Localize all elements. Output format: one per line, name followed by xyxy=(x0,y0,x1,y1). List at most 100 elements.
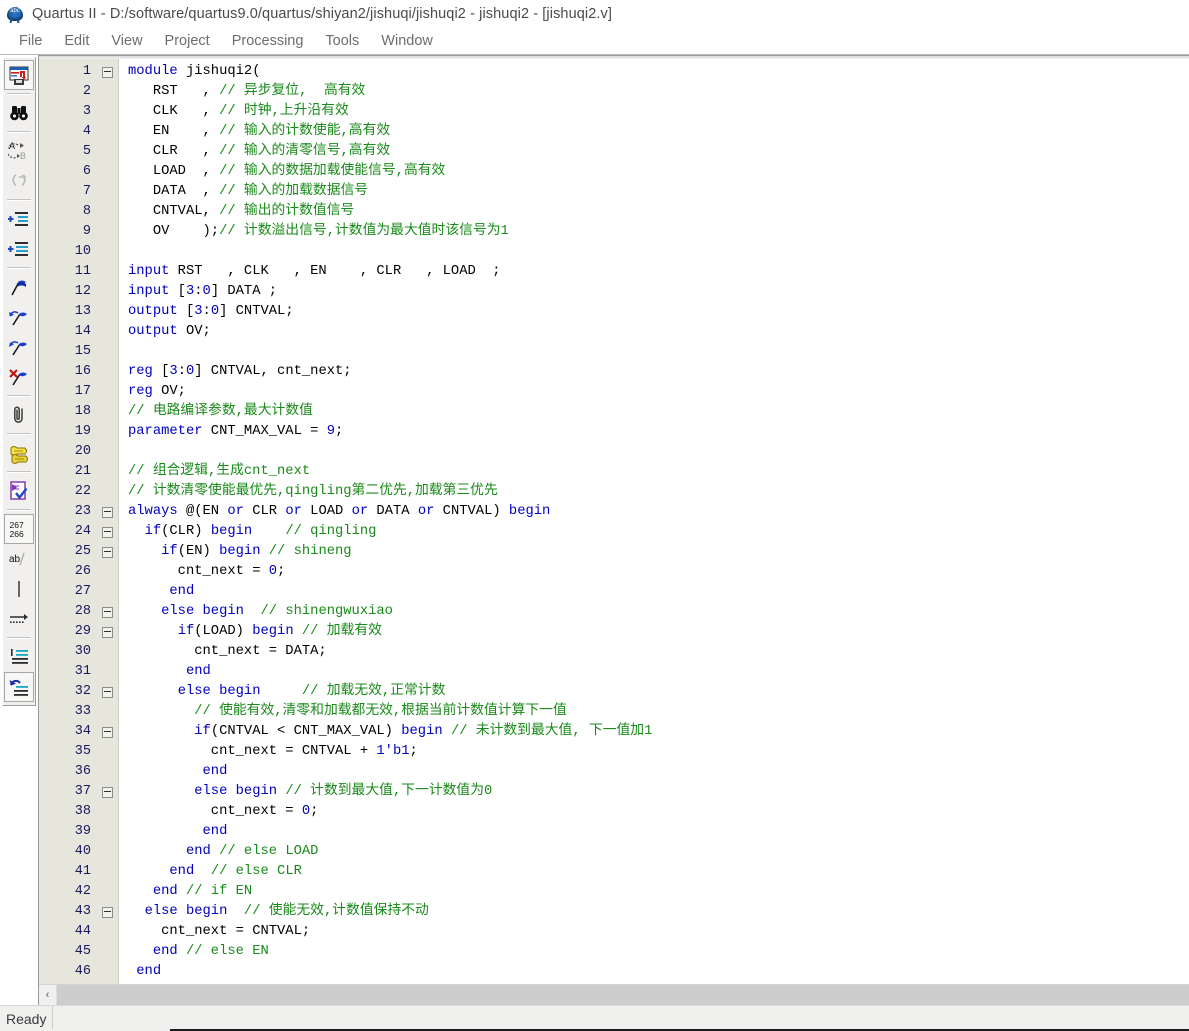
menu-item-edit[interactable]: Edit xyxy=(53,30,100,52)
line-number: 9 xyxy=(82,224,91,239)
column-cursor-button[interactable] xyxy=(4,574,34,604)
fold-collapse-icon[interactable] xyxy=(102,906,113,918)
scroll-left-button[interactable]: ‹ xyxy=(39,985,57,1005)
code-token-pln xyxy=(128,584,169,599)
code-token-pln: RST , CLK , EN , CLR , LOAD ; xyxy=(169,264,501,279)
code-token-pln xyxy=(128,904,145,919)
fold-collapse-icon[interactable] xyxy=(102,686,113,698)
fold-slot xyxy=(97,242,118,262)
fold-slot[interactable] xyxy=(97,502,118,522)
next-bookmark-button[interactable] xyxy=(4,302,34,332)
code-token-pln: CLR xyxy=(243,504,286,519)
find-button[interactable] xyxy=(4,98,34,128)
code-token-kw: end xyxy=(185,844,211,859)
code-line: if(CLR) begin // qingling xyxy=(128,522,1189,542)
fold-slot xyxy=(97,122,118,142)
code-token-pln: (CLR) xyxy=(161,524,211,539)
menu-item-processing[interactable]: Processing xyxy=(221,30,315,52)
code-token-cmt: // 加载无效,正常计数 xyxy=(301,684,446,699)
code-token-cmt: // 异步复位, 高有效 xyxy=(219,84,366,99)
toggle-line-numbers-button[interactable]: 267 266 xyxy=(4,514,34,544)
line-number: 28 xyxy=(74,604,91,619)
fold-collapse-icon[interactable] xyxy=(102,546,113,558)
insert-bookmark-button[interactable] xyxy=(4,272,34,302)
column-cursor-icon xyxy=(18,581,20,597)
code-token-kw: or xyxy=(417,504,435,519)
code-scroll-region[interactable]: 1 2 3 4 5 6 7 8 9 10 11 12 13 14 15 16 17 18 19 20 21 22 23 24 2… xyxy=(39,59,1189,984)
code-token-kw: end xyxy=(152,944,178,959)
toggle-word-wrap-button[interactable]: ab xyxy=(4,544,34,574)
fold-slot xyxy=(97,822,118,842)
fold-collapse-icon[interactable] xyxy=(102,66,113,78)
code-token-pln: (LOAD) xyxy=(194,624,253,639)
code-token-kw: end xyxy=(152,884,178,899)
line-number: 5 xyxy=(82,144,91,159)
code-token-cmt: // 输出的计数值信号 xyxy=(219,204,355,219)
delete-bookmark-button[interactable] xyxy=(4,362,34,392)
fold-slot xyxy=(97,182,118,202)
fold-slot[interactable] xyxy=(97,682,118,702)
line-number: 35 xyxy=(74,744,91,759)
fold-collapse-icon[interactable] xyxy=(102,726,113,738)
text-editor-toolbar: A B 267 266 ab xyxy=(2,57,36,706)
code-line: end xyxy=(128,762,1189,782)
fold-slot xyxy=(97,322,118,342)
code-folding-margin[interactable] xyxy=(97,59,119,984)
code-token-kw: reg xyxy=(128,384,153,399)
fold-slot[interactable] xyxy=(97,782,118,802)
replace-button[interactable]: A B xyxy=(4,136,34,166)
code-token-cmt: // 输入的加载数据信号 xyxy=(219,184,369,199)
fold-slot[interactable] xyxy=(97,902,118,922)
fold-slot xyxy=(97,302,118,322)
decrease-indent-button[interactable] xyxy=(4,234,34,264)
line-number: 40 xyxy=(74,844,91,859)
increase-indent-button[interactable] xyxy=(4,204,34,234)
fold-collapse-icon[interactable] xyxy=(102,506,113,518)
insert-template-button[interactable] xyxy=(4,438,34,468)
code-token-num: 1'b1 xyxy=(376,744,410,759)
code-line: end xyxy=(128,662,1189,682)
check-syntax-button[interactable] xyxy=(4,476,34,506)
code-text-area[interactable]: module jishuqi2( RST , // 异步复位, 高有效 CLK … xyxy=(119,59,1189,984)
menu-item-file[interactable]: File xyxy=(8,30,53,52)
code-line: end // if EN xyxy=(128,882,1189,902)
save-as-button[interactable] xyxy=(4,60,34,90)
fold-slot[interactable] xyxy=(97,62,118,82)
code-token-pln: ; xyxy=(277,564,286,579)
fold-slot xyxy=(97,942,118,962)
horizontal-scroll-track[interactable] xyxy=(57,985,1189,1005)
line-number: 14 xyxy=(74,324,91,339)
fold-collapse-icon[interactable] xyxy=(102,626,113,638)
attach-file-button[interactable] xyxy=(4,400,34,430)
code-token-kw: if xyxy=(177,624,195,639)
code-line: end // else LOAD xyxy=(128,842,1189,862)
menu-item-tools[interactable]: Tools xyxy=(314,30,370,52)
fold-slot xyxy=(97,162,118,182)
fold-slot[interactable] xyxy=(97,542,118,562)
fold-slot xyxy=(97,82,118,102)
horizontal-scroll-thumb[interactable] xyxy=(57,985,1189,1005)
code-token-pln: OV; xyxy=(177,324,211,339)
fold-collapse-icon[interactable] xyxy=(102,606,113,618)
show-whitespace-button[interactable] xyxy=(4,604,34,634)
code-token-kw: else begin xyxy=(177,684,261,699)
fold-slot[interactable] xyxy=(97,722,118,742)
fold-collapse-icon[interactable] xyxy=(102,526,113,538)
fold-slot[interactable] xyxy=(97,622,118,642)
horizontal-scrollbar[interactable]: ‹ xyxy=(39,984,1189,1005)
line-number: 12 xyxy=(74,284,91,299)
fold-collapse-icon[interactable] xyxy=(102,786,113,798)
fold-slot[interactable] xyxy=(97,522,118,542)
uncomment-selection-button[interactable] xyxy=(4,672,34,702)
fold-slot xyxy=(97,922,118,942)
code-token-pln xyxy=(244,604,261,619)
menu-item-view[interactable]: View xyxy=(100,30,153,52)
menu-item-window[interactable]: Window xyxy=(370,30,444,52)
line-number: 18 xyxy=(74,404,91,419)
comment-selection-button[interactable] xyxy=(4,642,34,672)
fold-slot[interactable] xyxy=(97,602,118,622)
goto-matching-brace-button[interactable] xyxy=(4,166,34,196)
previous-bookmark-button[interactable] xyxy=(4,332,34,362)
line-number: 3 xyxy=(82,104,91,119)
menu-item-project[interactable]: Project xyxy=(154,30,221,52)
